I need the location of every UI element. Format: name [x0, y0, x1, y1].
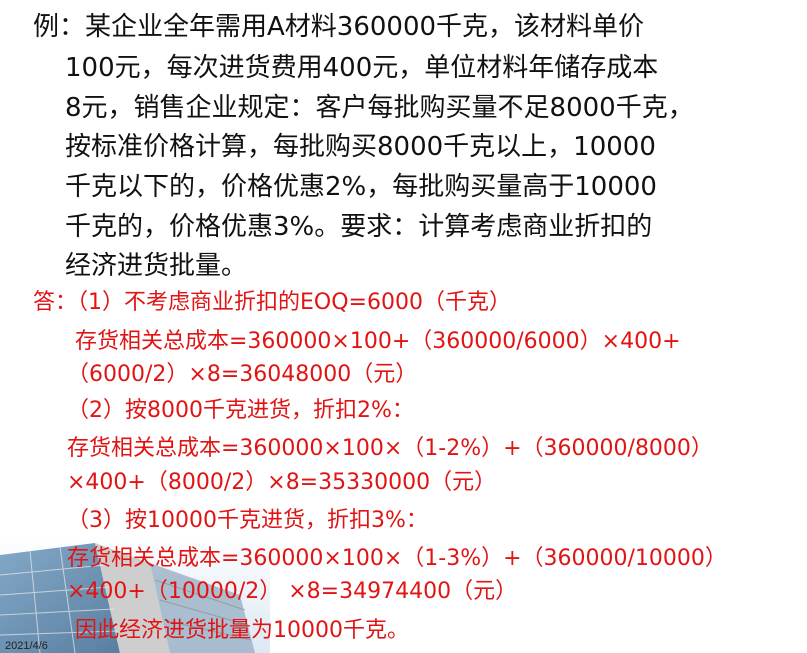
question-line: 经济进货批量。 — [65, 251, 248, 281]
slide-date: 2021/4/6 — [5, 640, 48, 652]
question-line: 按标准价格计算，每批购买8000千克以上，10000 — [65, 132, 656, 162]
answer-line: （6000/2）×8=36048000（元） — [67, 362, 418, 387]
answer-line: 存货相关总成本=360000×100+（360000/6000）×400+ — [75, 329, 681, 354]
question-line: 100元，每次进货费用400元，单位材料年储存成本 — [65, 53, 659, 83]
answer-line: ×400+（10000/2） ×8=34974400（元） — [67, 579, 518, 604]
answer-line: （3）按10000千克进货，折扣3%： — [67, 508, 428, 533]
question-line: 例：某企业全年需用A材料360000千克，该材料单价 — [33, 12, 645, 42]
question-line: 千克以下的，价格优惠2%，每批购买量高于10000 — [65, 172, 657, 202]
question-line: 千克的，价格优惠3%。要求：计算考虑商业折扣的 — [65, 212, 653, 242]
answer-line: 存货相关总成本=360000×100×（1-3%）+（360000/10000） — [67, 546, 727, 571]
answer-line: ×400+（8000/2）×8=35330000（元） — [67, 470, 497, 495]
answer-line: 答：（1）不考虑商业折扣的EOQ=6000（千克） — [33, 290, 511, 315]
answer-line: （2）按8000千克进货，折扣2%： — [67, 398, 414, 423]
answer-line: 因此经济进货批量为10000千克。 — [75, 618, 409, 643]
answer-line: 存货相关总成本=360000×100×（1-2%）+（360000/8000） — [67, 436, 713, 461]
question-line: 8元，销售企业规定：客户每批购买量不足8000千克， — [65, 93, 694, 123]
